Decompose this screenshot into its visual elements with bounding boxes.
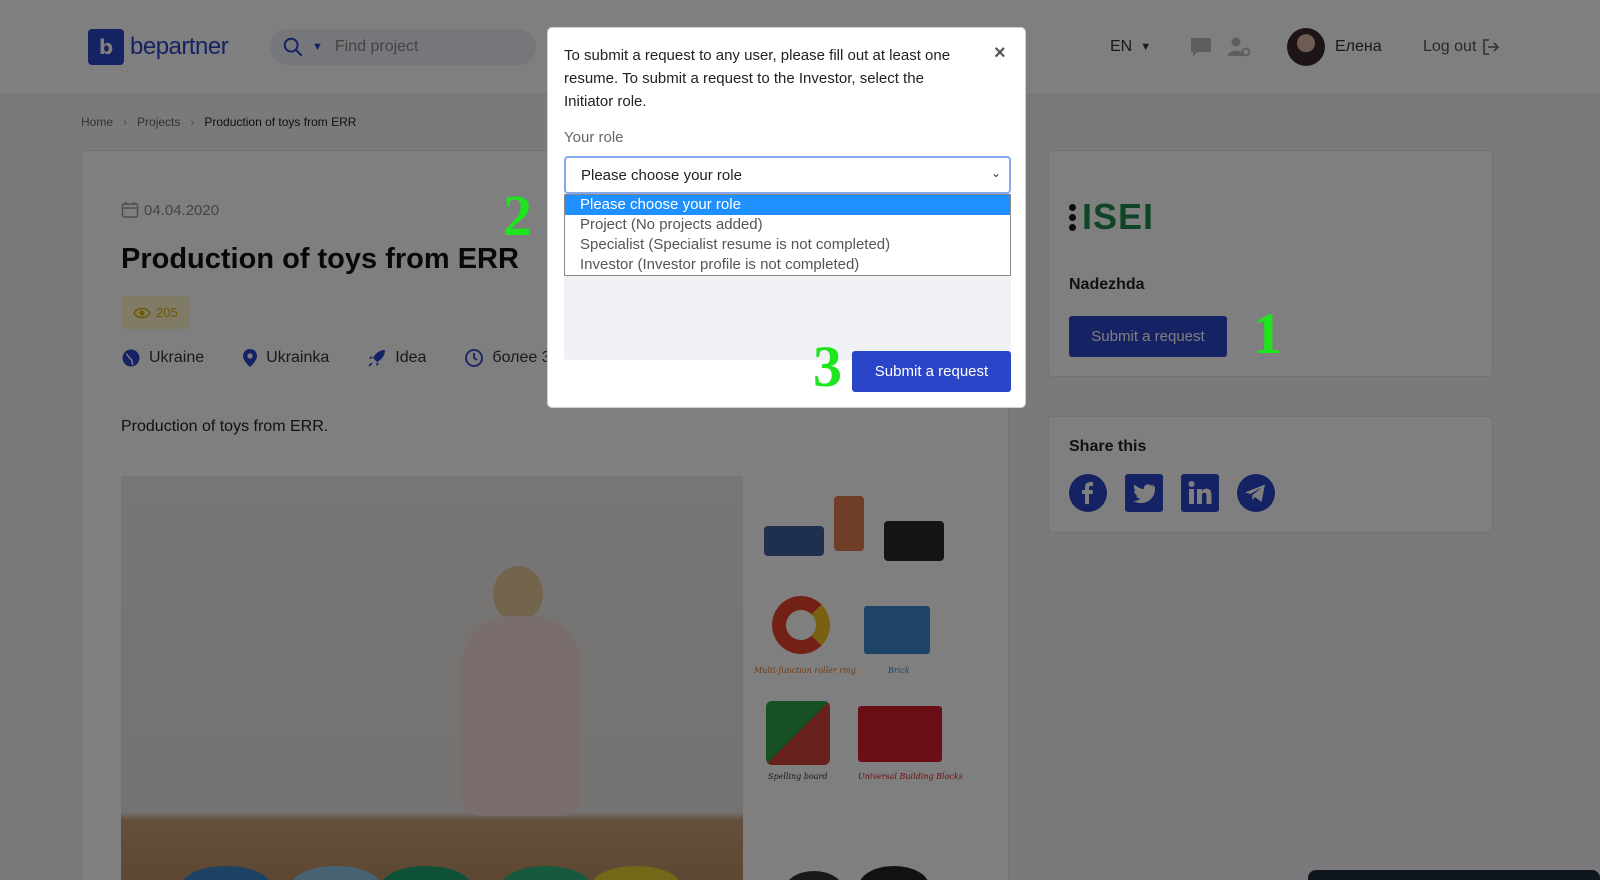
role-select[interactable]: Please choose your role ⌄ xyxy=(564,156,1011,194)
role-label: Your role xyxy=(564,129,624,146)
annotation-2: 2 xyxy=(503,183,532,248)
role-dropdown: Please choose your role Project (No proj… xyxy=(564,194,1011,276)
annotation-3: 3 xyxy=(813,334,842,399)
chevron-down-icon: ⌄ xyxy=(990,166,1001,180)
message-textarea[interactable] xyxy=(564,276,1011,360)
annotation-1: 1 xyxy=(1253,301,1282,366)
close-icon[interactable]: × xyxy=(994,42,1006,65)
role-option-placeholder[interactable]: Please choose your role xyxy=(565,195,1010,215)
role-option-specialist[interactable]: Specialist (Specialist resume is not com… xyxy=(565,235,1010,255)
modal-message: To submit a request to any user, please … xyxy=(564,47,951,110)
role-select-value: Please choose your role xyxy=(581,166,742,184)
request-modal: To submit a request to any user, please … xyxy=(547,27,1026,408)
role-option-investor[interactable]: Investor (Investor profile is not comple… xyxy=(565,255,1010,275)
modal-submit-button[interactable]: Submit a request xyxy=(852,351,1011,392)
role-option-project[interactable]: Project (No projects added) xyxy=(565,215,1010,235)
